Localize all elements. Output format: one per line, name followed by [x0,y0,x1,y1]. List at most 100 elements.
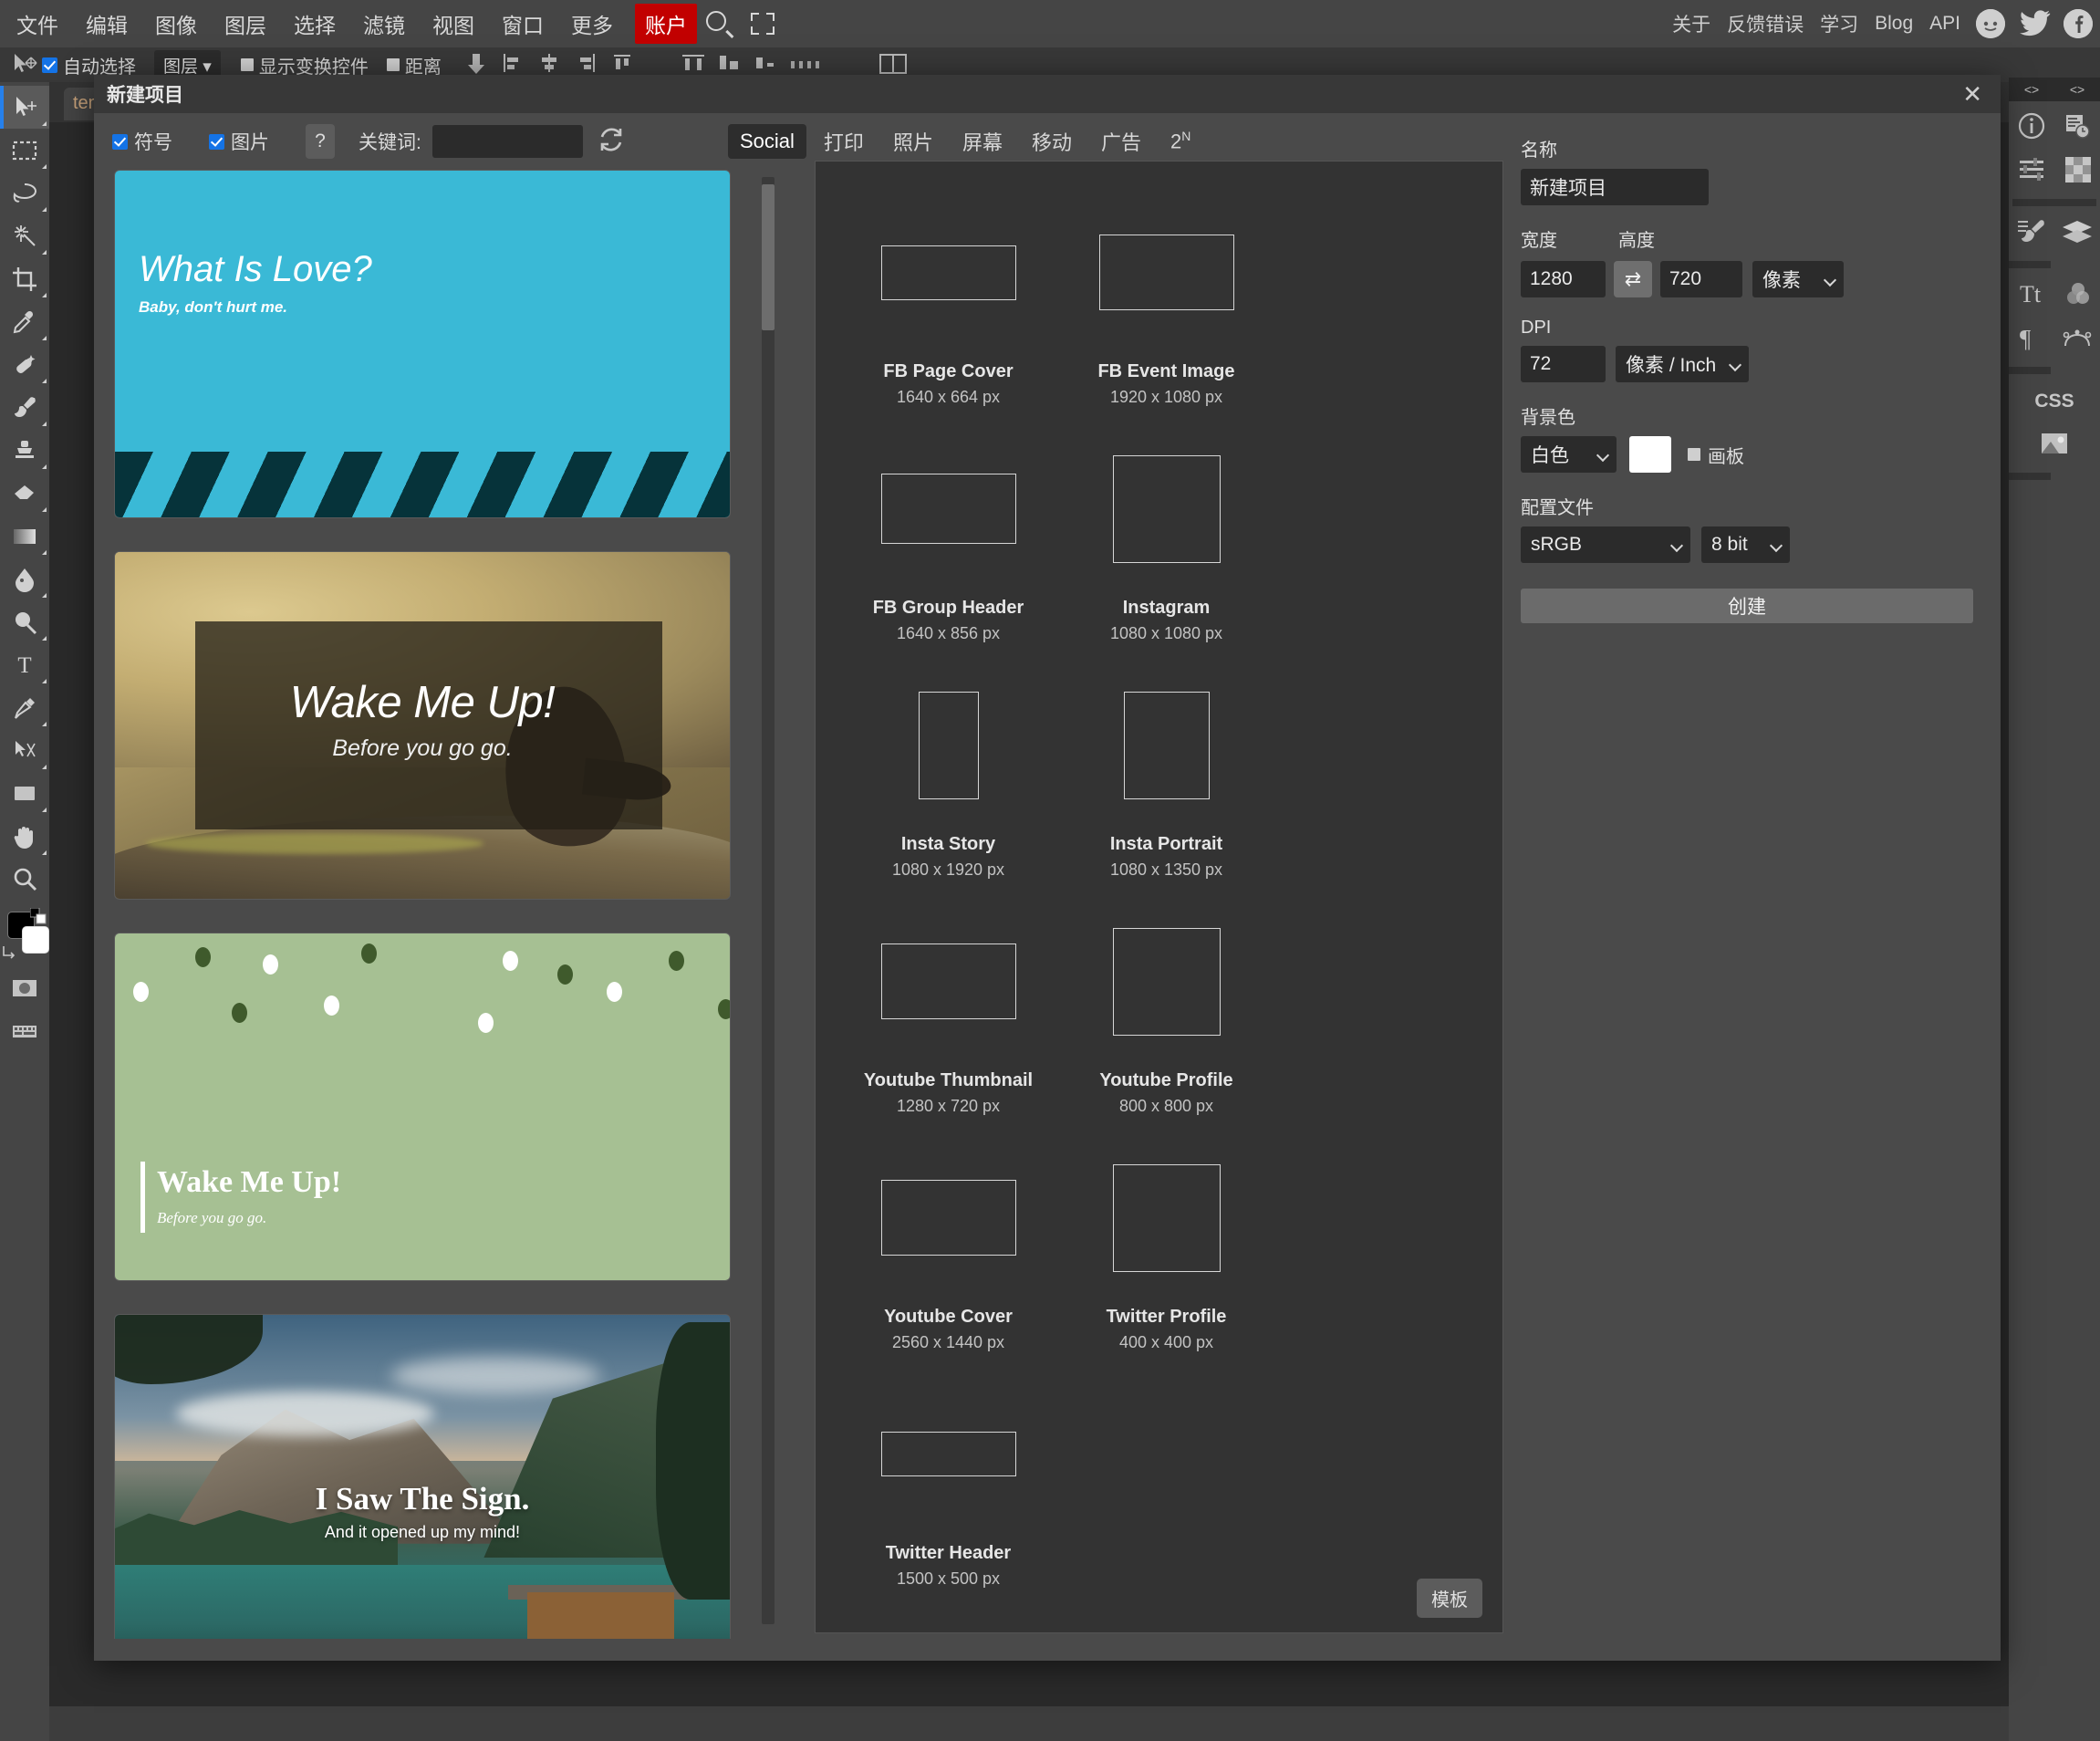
eraser-tool[interactable] [0,472,49,515]
depth-select[interactable]: 8 bit [1701,526,1790,563]
tab-social[interactable]: Social [728,124,806,159]
tab-photo[interactable]: 照片 [881,121,945,162]
layers-icon[interactable] [2062,219,2093,249]
dock-collapse-bar[interactable]: <> <> [2009,78,2100,101]
templates-scrollbar[interactable] [762,177,775,1624]
template-card-wake-me-up-photo[interactable]: Wake Me Up! Before you go go. [114,551,731,900]
zoom-tool[interactable] [0,858,49,901]
dpi-unit-select[interactable]: 像素 / Inch [1616,346,1749,382]
history-icon[interactable] [2063,111,2092,145]
curves-icon[interactable] [2063,326,2092,354]
blur-tool[interactable] [0,558,49,600]
create-button[interactable]: 创建 [1521,589,1973,623]
link-blog[interactable]: Blog [1866,9,1921,38]
reddit-icon[interactable] [1976,9,2005,38]
preset-youtube-thumbnail[interactable]: Youtube Thumbnail 1280 x 720 px [839,902,1057,1116]
background-color-swatch[interactable] [22,926,49,954]
symbol-checkbox[interactable] [112,133,128,150]
arrow-down-icon[interactable] [464,52,492,78]
css-icon[interactable]: CSS [2034,391,2074,412]
color-swatches[interactable] [0,906,49,966]
name-input[interactable] [1521,169,1709,205]
collapse-left-icon[interactable]: <> [2024,82,2039,97]
templates-list[interactable]: What Is Love? Baby, don't hurt me. Wake … [94,170,787,1639]
twitter-icon[interactable] [2020,9,2051,38]
fullscreen-icon[interactable] [747,8,778,39]
template-card-what-is-love[interactable]: What Is Love? Baby, don't hurt me. [114,170,731,518]
preset-insta-story[interactable]: Insta Story 1080 x 1920 px [839,665,1057,880]
menu-image[interactable]: 图像 [144,5,208,43]
preset-twitter-profile[interactable]: Twitter Profile 400 x 400 px [1057,1138,1275,1352]
align-left-icon[interactable] [501,52,528,78]
link-feedback[interactable]: 反馈错误 [1719,6,1812,41]
link-learn[interactable]: 学习 [1812,6,1866,41]
preset-insta-portrait[interactable]: Insta Portrait 1080 x 1350 px [1057,665,1275,880]
keyboard-icon[interactable] [0,1009,49,1052]
distribute-middle-icon[interactable] [716,52,743,78]
brush-settings-icon[interactable] [2017,218,2046,250]
info-icon[interactable] [2017,111,2046,145]
paragraph-icon[interactable]: ¶ [2017,324,2046,356]
tab-power-of-two[interactable]: 2N [1159,123,1202,159]
template-card-i-saw-the-sign[interactable]: I Saw The Sign. And it opened up my mind… [114,1314,731,1639]
template-card-wake-me-up-green[interactable]: Wake Me Up! Before you go go. [114,933,731,1281]
align-center-icon[interactable] [537,52,565,78]
quick-mask-icon[interactable] [0,966,49,1009]
close-icon[interactable]: ✕ [1957,82,1988,106]
help-button[interactable]: ? [306,124,335,159]
menu-layer[interactable]: 图层 [213,5,277,43]
menu-view[interactable]: 视图 [421,5,485,43]
preset-youtube-profile[interactable]: Youtube Profile 800 x 800 px [1057,902,1275,1116]
auto-select-checkbox[interactable] [42,57,57,73]
tab-print[interactable]: 打印 [812,121,876,162]
collapse-right-icon[interactable]: <> [2070,82,2084,97]
lasso-tool[interactable] [0,172,49,214]
menu-edit[interactable]: 编辑 [75,5,139,43]
menu-account[interactable]: 账户 [635,4,697,44]
align-right-icon[interactable] [574,52,601,78]
background-color-swatch[interactable] [1629,436,1671,473]
marquee-tool[interactable] [0,129,49,172]
pen-tool[interactable] [0,686,49,729]
tab-ads[interactable]: 广告 [1089,121,1153,162]
dodge-tool[interactable] [0,600,49,643]
clone-stamp-tool[interactable] [0,429,49,472]
swap-icon[interactable]: ⇄ [1614,261,1652,297]
height-input[interactable] [1660,261,1742,297]
default-colors-icon[interactable] [29,907,47,924]
preset-twitter-header[interactable]: Twitter Header 1500 x 500 px [839,1374,1057,1589]
menu-window[interactable]: 窗口 [491,5,555,43]
width-input[interactable] [1521,261,1606,297]
menu-filter[interactable]: 滤镜 [352,5,416,43]
distance-checkbox[interactable] [386,58,400,71]
crop-tool[interactable] [0,257,49,300]
heal-tool[interactable] [0,343,49,386]
tab-screen[interactable]: 屏幕 [951,121,1014,162]
keyword-input[interactable] [431,125,583,158]
preset-youtube-cover[interactable]: Youtube Cover 2560 x 1440 px [839,1138,1057,1352]
distribute-top-icon[interactable] [680,52,707,78]
unit-select[interactable]: 像素 [1752,261,1844,297]
profile-select[interactable]: sRGB [1521,526,1690,563]
menu-file[interactable]: 文件 [5,5,69,43]
menu-select[interactable]: 选择 [283,5,347,43]
move-tool[interactable] [0,86,49,129]
tab-mobile[interactable]: 移动 [1020,121,1084,162]
image-checkbox[interactable] [209,133,224,150]
color-wheel-icon[interactable] [2064,280,2092,312]
background-color-select[interactable]: 白色 [1521,436,1617,473]
distribute-spacing-icon[interactable] [789,52,819,78]
preset-fb-group-header[interactable]: FB Group Header 1640 x 856 px [839,429,1057,643]
align-top-icon[interactable] [610,52,638,78]
distribute-bottom-icon[interactable] [753,52,780,78]
facebook-icon[interactable] [2064,9,2093,38]
swap-colors-icon[interactable] [2,944,18,961]
adjustments-icon[interactable] [2018,157,2047,186]
path-select-tool[interactable] [0,729,49,772]
link-api[interactable]: API [1921,9,1969,38]
eyedropper-tool[interactable] [0,300,49,343]
preset-fb-page-cover[interactable]: FB Page Cover 1640 x 664 px [839,193,1057,407]
type-tool[interactable]: T [0,643,49,686]
templates-button[interactable]: 模板 [1417,1579,1482,1618]
brush-tool[interactable] [0,386,49,429]
